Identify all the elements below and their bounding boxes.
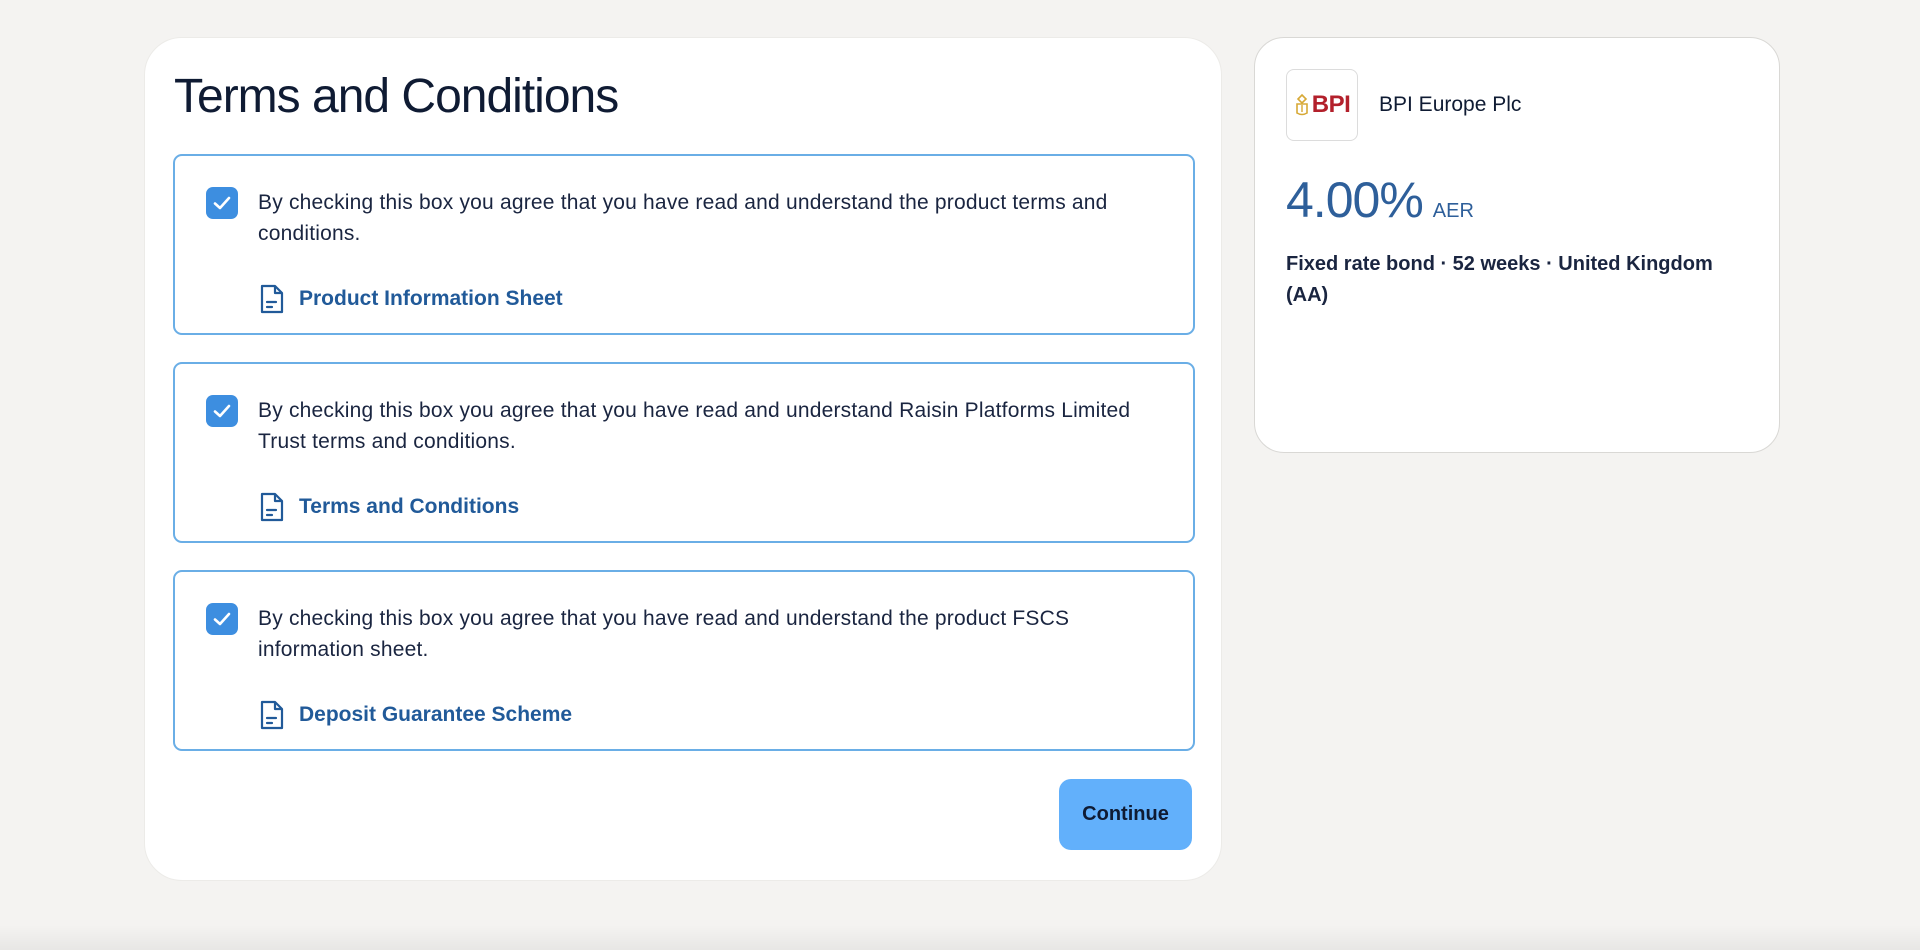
document-icon [258,491,285,523]
trust-terms-checkbox[interactable] [206,395,238,427]
agreement-box-trust-terms: By checking this box you agree that you … [173,362,1195,543]
agreement-box-fscs: By checking this box you agree that you … [173,570,1195,751]
link-label[interactable]: Terms and Conditions [299,495,519,519]
document-icon [258,283,285,315]
link-label[interactable]: Product Information Sheet [299,287,563,311]
product-terms-checkbox[interactable] [206,187,238,219]
offer-summary-card: BPI BPI Europe Plc 4.00% AER Fixed rate … [1254,37,1780,453]
continue-button[interactable]: Continue [1059,779,1192,850]
checkmark-icon [213,196,231,210]
logo-text: BPI [1311,91,1351,118]
rate-value: 4.00% [1286,172,1424,228]
terms-card: Terms and Conditions By checking this bo… [144,37,1222,881]
checkmark-icon [213,612,231,626]
agreement-text: By checking this box you agree that you … [258,399,1131,453]
page-title: Terms and Conditions [174,70,619,123]
agreement-box-product-terms: By checking this box you agree that you … [173,154,1195,335]
agreement-text: By checking this box you agree that you … [258,191,1108,245]
bpi-emblem-icon [1295,93,1308,116]
link-label[interactable]: Deposit Guarantee Scheme [299,703,572,727]
deposit-guarantee-scheme-link[interactable]: Deposit Guarantee Scheme [258,699,572,731]
document-icon [258,699,285,731]
product-information-sheet-link[interactable]: Product Information Sheet [258,283,563,315]
interest-rate: 4.00% AER [1286,171,1474,229]
bank-logo: BPI [1286,69,1358,141]
bottom-edge-shadow [0,925,1920,950]
fscs-checkbox[interactable] [206,603,238,635]
bank-name: BPI Europe Plc [1379,93,1522,116]
rate-unit: AER [1432,200,1474,222]
agreement-text: By checking this box you agree that you … [258,607,1070,661]
product-description: Fixed rate bond · 52 weeks · United King… [1286,253,1713,306]
terms-and-conditions-link[interactable]: Terms and Conditions [258,491,519,523]
checkmark-icon [213,404,231,418]
